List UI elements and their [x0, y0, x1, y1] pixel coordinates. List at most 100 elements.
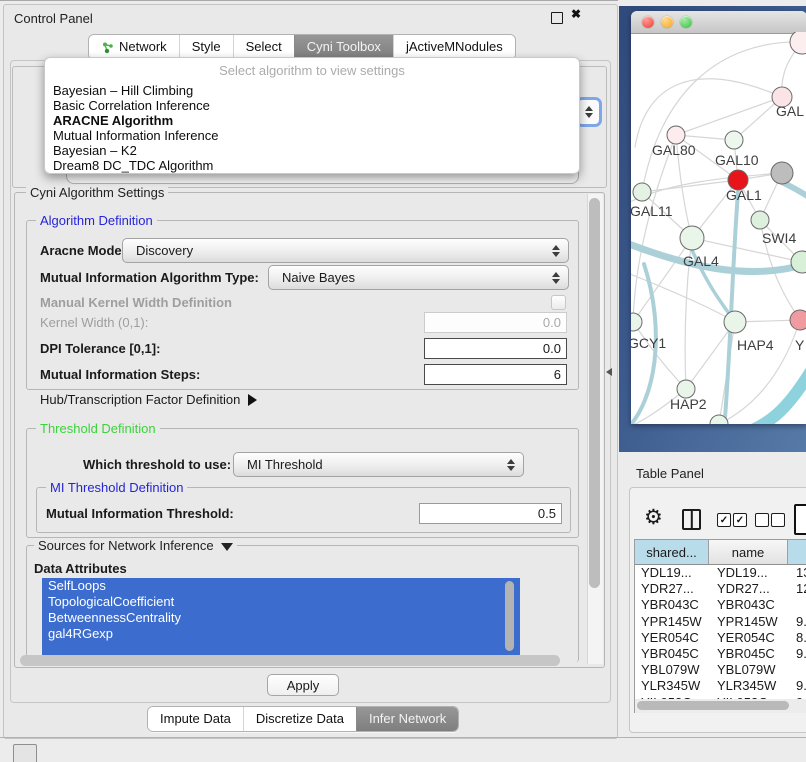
apply-button[interactable]: Apply: [267, 674, 339, 696]
table-cell: YDR27...: [709, 581, 788, 597]
data-attribute-item[interactable]: BetweennessCentrality: [42, 610, 520, 626]
network-edge[interactable]: [676, 97, 782, 135]
data-attribute-item[interactable]: [42, 642, 520, 655]
table-row[interactable]: YBL079WYBL079W: [635, 662, 806, 678]
minimized-panel-icon[interactable]: [13, 744, 37, 762]
tab-style[interactable]: Style: [179, 35, 233, 59]
table-cell: YPR145W: [709, 614, 788, 630]
column-header-shared-name[interactable]: shared...: [635, 540, 709, 564]
network-edge[interactable]: [782, 182, 806, 202]
data-attributes-list[interactable]: SelfLoopsTopologicalCoefficientBetweenne…: [42, 578, 520, 655]
table-row[interactable]: YBR043CYBR043C: [635, 597, 806, 613]
table-cell: YBR045C: [709, 646, 788, 662]
network-node-hap4[interactable]: [724, 311, 746, 333]
table-cell: 9.: [788, 646, 806, 662]
network-node-label: GAL10: [715, 152, 759, 168]
tab-network[interactable]: Network: [89, 35, 179, 59]
network-edge[interactable]: [633, 135, 676, 322]
column-header-name[interactable]: name: [709, 540, 788, 564]
mi-algorithm-type-combo[interactable]: Naive Bayes: [268, 265, 569, 290]
splitter-collapse-icon[interactable]: [606, 368, 612, 376]
settings-scrollbar-thumb[interactable]: [589, 198, 600, 588]
network-edge[interactable]: [633, 322, 686, 389]
table-row[interactable]: YPR145WYPR145W9.: [635, 614, 806, 630]
hub-definition-section[interactable]: Hub/Transcription Factor Definition: [40, 392, 257, 407]
data-attribute-item[interactable]: TopologicalCoefficient: [42, 594, 520, 610]
column-header-partial[interactable]: [788, 540, 806, 564]
checked-box-icon[interactable]: ✓: [717, 513, 731, 527]
attributes-scrollbar-thumb[interactable]: [505, 581, 514, 651]
mi-steps-label: Mutual Information Steps:: [40, 367, 200, 382]
data-attribute-item[interactable]: SelfLoops: [42, 578, 520, 594]
table-cell: YBL079W: [709, 662, 788, 678]
collapse-down-icon[interactable]: [221, 543, 233, 551]
network-canvas[interactable]: GALGAL80GAL10GAL1GAL11SWI4GAL4GCY1HAP4YH…: [631, 32, 806, 424]
table-row[interactable]: YDL19...YDL19...13: [635, 565, 806, 581]
network-node-gal11[interactable]: [633, 183, 651, 201]
column-layout-icon[interactable]: [682, 509, 701, 530]
table-row[interactable]: YDR27...YDR27...12: [635, 581, 806, 597]
data-attribute-item[interactable]: gal4RGexp: [42, 626, 520, 642]
table-cell: YDL19...: [635, 565, 709, 581]
hub-definition-label: Hub/Transcription Factor Definition: [40, 392, 240, 407]
algorithm-option[interactable]: Bayesian – Hill Climbing: [45, 83, 579, 98]
bottom-divider: [0, 737, 806, 738]
table-cell: 8.: [788, 630, 806, 646]
tab-jactivemnodules[interactable]: jActiveMNodules: [393, 35, 515, 59]
table-row[interactable]: YBR045CYBR045C9.: [635, 646, 806, 662]
network-node-gcy1[interactable]: [631, 313, 642, 331]
tab-select[interactable]: Select: [233, 35, 294, 59]
sources-title-text: Sources for Network Inference: [38, 538, 214, 553]
unchecked-box-icon[interactable]: [771, 513, 785, 527]
close-window-icon[interactable]: [642, 16, 654, 28]
sources-group-title[interactable]: Sources for Network Inference: [34, 538, 237, 553]
tab-discretize-data[interactable]: Discretize Data: [243, 707, 356, 731]
mi-steps-field[interactable]: 6: [424, 364, 567, 385]
minimize-window-icon[interactable]: [661, 16, 673, 28]
manual-kernel-width-checkbox[interactable]: [551, 295, 566, 310]
aracne-mode-combo[interactable]: Discovery: [122, 238, 569, 263]
tab-infer-network[interactable]: Infer Network: [356, 707, 458, 731]
network-window-titlebar[interactable]: [631, 11, 806, 34]
table-cell: YBL079W: [635, 662, 709, 678]
mi-threshold-label: Mutual Information Threshold:: [46, 506, 234, 521]
network-node-gal4[interactable]: [680, 226, 704, 250]
float-panel-icon[interactable]: [551, 12, 563, 24]
kernel-width-field[interactable]: 0.0: [424, 312, 567, 333]
network-node-gal10[interactable]: [725, 131, 743, 149]
algorithm-option[interactable]: Mutual Information Inference: [45, 128, 579, 143]
algorithm-option[interactable]: Bayesian – K2: [45, 143, 579, 158]
settings-hscrollbar-thumb[interactable]: [20, 655, 560, 666]
network-node[interactable]: [790, 32, 806, 54]
unchecked-box-icon[interactable]: [755, 513, 769, 527]
expand-right-icon[interactable]: [248, 394, 257, 406]
algorithm-option[interactable]: Basic Correlation Inference: [45, 98, 579, 113]
dpi-tolerance-field[interactable]: 0.0: [424, 338, 567, 359]
table-cell: YBR043C: [709, 597, 788, 613]
table-hscrollbar-track[interactable]: [635, 699, 806, 713]
checked-box-icon[interactable]: ✓: [733, 513, 747, 527]
network-edge[interactable]: [642, 180, 738, 192]
network-node[interactable]: [771, 162, 793, 184]
network-edge[interactable]: [635, 79, 782, 147]
gear-icon[interactable]: ⚙: [644, 505, 663, 530]
algorithm-option[interactable]: ARACNE Algorithm: [45, 113, 579, 128]
close-panel-icon[interactable]: ✖: [571, 7, 581, 21]
combo-down-arrow-icon: [552, 252, 560, 257]
tab-cyni-toolbox[interactable]: Cyni Toolbox: [294, 35, 393, 59]
network-node-swi4[interactable]: [751, 211, 769, 229]
table-row[interactable]: YLR345WYLR345W9.: [635, 678, 806, 694]
tab-impute-data[interactable]: Impute Data: [148, 707, 243, 731]
network-node-y[interactable]: [790, 310, 806, 330]
table-hscrollbar-thumb[interactable]: [637, 701, 789, 710]
cyni-algorithm-settings-title: Cyni Algorithm Settings: [26, 185, 168, 200]
table-body[interactable]: YDL19...YDL19...13YDR27...YDR27...12YBR0…: [635, 565, 806, 699]
which-threshold-combo[interactable]: MI Threshold: [233, 452, 524, 477]
zoom-window-icon[interactable]: [680, 16, 692, 28]
table-row[interactable]: YER054CYER054C8.: [635, 630, 806, 646]
document-icon[interactable]: [794, 504, 806, 535]
algorithm-option[interactable]: Dream8 DC_TDC Algorithm: [45, 158, 579, 173]
cyni-mode-tabbar: Impute DataDiscretize DataInfer Network: [147, 706, 459, 732]
network-window[interactable]: GALGAL80GAL10GAL1GAL11SWI4GAL4GCY1HAP4YH…: [631, 11, 806, 424]
mi-threshold-field[interactable]: 0.5: [419, 503, 562, 524]
